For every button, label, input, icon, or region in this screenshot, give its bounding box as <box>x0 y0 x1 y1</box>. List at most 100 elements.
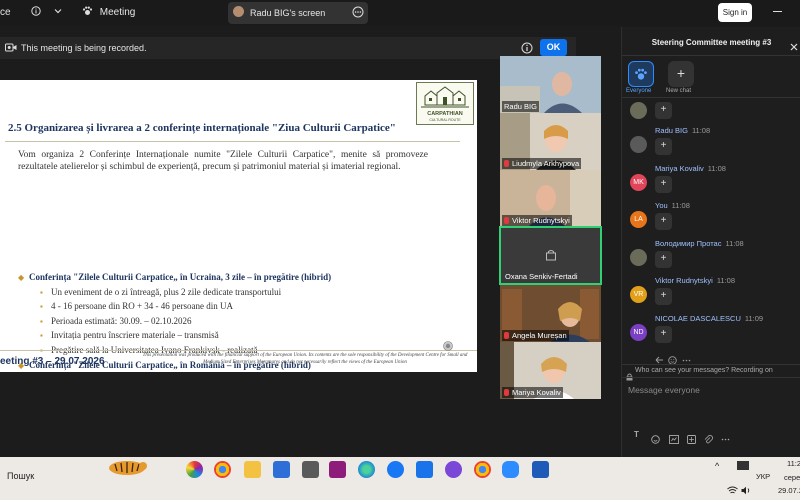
chevron-up-icon[interactable]: ^ <box>715 461 719 471</box>
chat-divider <box>622 55 800 56</box>
slide-heading: 2.5 Organizarea și livrarea a 2 conferin… <box>8 122 396 134</box>
avatar[interactable] <box>630 248 647 266</box>
sender-name: You <box>655 201 668 210</box>
language-indicator[interactable]: УКР <box>756 472 770 481</box>
participant-name: Oxana Senkiv-Fertadi <box>505 272 578 281</box>
info-icon[interactable] <box>521 42 533 56</box>
bullet-text: Conferința "Zilele Culturii Carpatice„ î… <box>29 272 332 282</box>
avatar <box>630 102 647 119</box>
zoom-icon[interactable] <box>502 461 519 478</box>
video-tile-active-speaker[interactable]: Oxana Senkiv-Fertadi <box>499 226 602 285</box>
avatar[interactable]: ND <box>630 323 647 341</box>
sender-name: Володимир Протас <box>655 238 722 248</box>
chat-sender: NICOLAE DASCALESCU 11:09 <box>655 314 763 323</box>
more-options-icon[interactable] <box>352 6 364 21</box>
message-input[interactable]: Message everyone <box>628 385 700 395</box>
avatar[interactable] <box>630 136 647 153</box>
message-time: 11:08 <box>691 126 711 135</box>
app-icon[interactable] <box>416 461 433 478</box>
screenshot-icon[interactable] <box>687 431 696 449</box>
sender-name: Radu BIG <box>655 126 688 135</box>
message-time: 11:09 <box>744 313 764 323</box>
app-title: ce <box>0 7 11 18</box>
clock-date[interactable]: 29.07.2 <box>778 486 800 495</box>
participant-name: Radu BIG <box>502 101 539 112</box>
store-icon[interactable] <box>273 461 290 478</box>
gif-icon[interactable] <box>669 431 679 449</box>
add-reaction-button[interactable]: + <box>655 175 672 193</box>
add-reaction-button[interactable]: + <box>655 250 672 268</box>
tab-meeting-label: Meeting <box>99 7 136 18</box>
bullet-marker-icon: ▪ <box>40 316 43 326</box>
video-tile[interactable]: Radu BIG <box>500 56 601 113</box>
chat-sender: Viktor Rudnytskyi 11:08 <box>655 276 735 285</box>
muted-mic-icon <box>504 160 509 167</box>
outlook-icon[interactable] <box>532 461 549 478</box>
slide-divider <box>5 141 460 142</box>
facebook-icon[interactable] <box>387 461 404 478</box>
taskbar-search[interactable]: Пошук <box>7 471 34 481</box>
participant-name: Angela Mureșan <box>502 330 569 341</box>
video-tile[interactable]: Liudmyla Arkhypova <box>500 113 601 170</box>
tiger-widget-icon[interactable] <box>105 457 149 482</box>
text-format-icon[interactable]: T <box>634 430 639 439</box>
speaker-icon[interactable] <box>741 482 751 500</box>
message-time: 11:08 <box>671 201 690 210</box>
logo-houses-icon <box>421 86 469 108</box>
add-reaction-button[interactable]: + <box>655 138 672 155</box>
seal-icon <box>443 338 453 356</box>
sign-in-button[interactable]: Sign in <box>718 3 752 22</box>
new-chat-button[interactable]: + <box>668 61 694 87</box>
chrome-icon[interactable] <box>474 461 491 478</box>
emoji-icon[interactable] <box>651 431 660 449</box>
slide-footer-title: eeting #3 – 29.07.2026 <box>0 356 105 367</box>
display-icon[interactable] <box>737 461 749 470</box>
clock-time[interactable]: 11:2 <box>787 459 800 468</box>
shared-screen-slide: CARPATHIAN CULTURAL ROUTE 2.5 Organizare… <box>0 80 477 372</box>
bullet-text: 4 - 16 persoane din RO + 34 - 46 persoan… <box>51 301 234 312</box>
chat-divider <box>622 97 800 98</box>
wifi-icon[interactable] <box>727 482 738 500</box>
copilot-icon[interactable] <box>186 461 203 478</box>
sender-name: NICOLAE DASCALESCU <box>655 313 741 323</box>
file-explorer-icon[interactable] <box>244 461 261 478</box>
avatar[interactable]: LA <box>630 211 647 228</box>
chrome-icon[interactable] <box>214 461 231 478</box>
add-reaction-button[interactable]: + <box>655 325 672 343</box>
share-avatar <box>233 6 244 17</box>
clock-day[interactable]: сере <box>784 473 800 482</box>
bullet-marker-icon: ▪ <box>40 302 43 312</box>
avatar[interactable]: VR <box>630 286 647 303</box>
zoom-window: ce Meeting Radu BIG's screen Sign in Thi… <box>0 0 800 500</box>
minimize-icon[interactable] <box>773 0 782 26</box>
avatar[interactable]: MK <box>630 173 647 191</box>
muted-mic-icon <box>504 332 509 339</box>
chevron-down-icon[interactable] <box>54 0 62 26</box>
bullet-text: Perioada estimată: 30.09. – 02.10.2026 <box>51 315 192 326</box>
video-tile[interactable]: Mariya Kovaliv <box>500 342 601 399</box>
bullet-marker-icon: ◆ <box>18 273 25 282</box>
windows-taskbar: Пошук ^ УКР 11:2 сере 29.07.2 <box>0 457 800 500</box>
tab-shared-screen[interactable]: Radu BIG's screen <box>228 2 368 24</box>
chat-sender: Mariya Kovaliv 11:08 <box>655 164 726 173</box>
edge-icon[interactable] <box>358 461 375 478</box>
viber-icon[interactable] <box>445 461 462 478</box>
chat-visibility-notice[interactable]: Who can see your messages? Recording on <box>635 367 773 374</box>
add-reaction-button[interactable]: + <box>655 213 672 230</box>
video-tile[interactable]: Angela Mureșan <box>500 285 601 342</box>
ok-button[interactable]: OK <box>540 39 567 56</box>
close-icon[interactable] <box>790 38 798 56</box>
calculator-icon[interactable] <box>302 461 319 478</box>
video-tile[interactable]: Viktor Rudnytskyi <box>500 170 601 227</box>
app-icon[interactable] <box>329 461 346 478</box>
add-reaction-button[interactable]: + <box>655 102 672 119</box>
bullet-marker-icon: ▪ <box>40 331 43 341</box>
everyone-chat-button[interactable] <box>628 61 654 87</box>
chat-divider <box>622 377 800 378</box>
paw-icon <box>82 6 93 15</box>
tab-meeting[interactable]: Meeting <box>82 0 135 26</box>
info-icon[interactable] <box>31 0 41 26</box>
add-reaction-button[interactable]: + <box>655 288 672 305</box>
attach-file-icon[interactable] <box>704 431 714 449</box>
more-options-icon[interactable] <box>721 431 730 449</box>
